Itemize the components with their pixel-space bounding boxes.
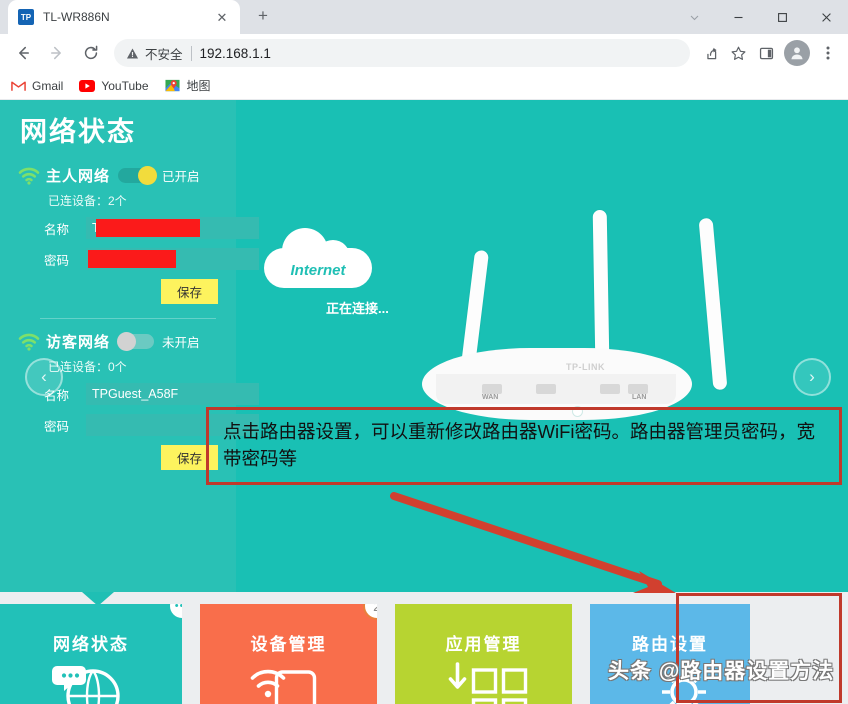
tile-label: 设备管理 [250, 635, 327, 654]
wan-port-label: WAN [482, 394, 499, 401]
new-tab-button[interactable]: + [250, 3, 276, 29]
tile-label: 网络状态 [53, 635, 129, 654]
host-ssid-label: 名称 [44, 222, 70, 237]
router-antenna-mid [592, 209, 610, 361]
tplink-favicon: TP [18, 9, 34, 25]
wan-port [482, 384, 502, 394]
globe-chat-icon [52, 666, 120, 704]
browser-tab[interactable]: TP TL-WR886N ✕ [8, 0, 240, 34]
window-controls [672, 0, 848, 34]
annotation-target-box [676, 593, 842, 703]
title-bar: TP TL-WR886N ✕ + [0, 0, 848, 34]
guest-ssid-input[interactable] [86, 383, 259, 405]
tab-title: TL-WR886N [43, 10, 110, 24]
lan-port-2 [600, 384, 620, 394]
wifi-icon [18, 167, 40, 185]
wifi-device-icon [250, 669, 317, 704]
url-text: 192.168.1.1 [199, 45, 271, 61]
guest-password-label: 密码 [44, 419, 70, 434]
router-antenna-right [698, 217, 728, 391]
bookmark-gmail[interactable]: Gmail [10, 78, 63, 94]
address-bar[interactable]: 不安全 192.168.1.1 [114, 39, 690, 67]
three-dot-menu-icon[interactable] [814, 39, 842, 67]
lan-port-3 [628, 384, 648, 394]
back-arrow-icon[interactable] [8, 38, 38, 68]
omnibox-divider [190, 45, 192, 61]
host-network-toggle[interactable] [118, 166, 158, 185]
forward-arrow-icon[interactable] [42, 38, 72, 68]
lan-port-label: LAN [632, 394, 647, 401]
reload-icon[interactable] [76, 38, 106, 68]
gmail-icon [10, 78, 26, 94]
watermark-text: 头条 @路由器设置方法 [608, 660, 835, 683]
maximize-icon[interactable] [760, 1, 804, 33]
guest-network-state: 未开启 [162, 336, 200, 350]
annotation-arrow [390, 492, 676, 593]
section-divider [40, 318, 216, 319]
minimize-icon[interactable] [716, 1, 760, 33]
bookmark-label: 地图 [186, 79, 211, 93]
tplink-brand-label: TP-LINK [566, 362, 605, 372]
bookmarks-bar: Gmail YouTube 地图 [0, 72, 848, 100]
annotation-callout-box: 点击路由器设置，可以重新修改路由器WiFi密码。路由器管理员密码，宽带密码等 [206, 407, 842, 485]
toggle-knob [138, 166, 158, 185]
carousel-next-button[interactable]: › [793, 358, 831, 396]
bookmark-maps[interactable]: 地图 [165, 77, 211, 94]
guest-network-header: 访客网络 未开启 [18, 331, 222, 352]
redaction-bar [96, 219, 200, 237]
guest-connected-count: 已连设备：0个 [48, 360, 127, 374]
security-status-label: 不安全 [145, 47, 183, 62]
guest-password-row: 密码 [18, 414, 259, 436]
profile-avatar-icon[interactable] [784, 40, 810, 66]
router-admin-page: Internet 正在连接... TP-LINK WAN LAN 网络状态 主人… [0, 100, 848, 704]
navigation-bar: 不安全 192.168.1.1 [0, 34, 848, 72]
host-password-row: 密码 [18, 248, 259, 270]
tile-network-status[interactable]: 网络状态 ••• [0, 604, 182, 704]
host-password-label: 密码 [44, 253, 70, 268]
bookmark-label: YouTube [101, 78, 149, 93]
lan-port-1 [536, 384, 556, 394]
tile-application-management[interactable]: 应用管理 [395, 604, 572, 704]
toggle-knob [117, 332, 137, 351]
side-panel-icon[interactable] [752, 39, 780, 67]
google-maps-icon [165, 78, 181, 94]
cloud-label: Internet [290, 262, 346, 279]
host-network-label: 主人网络 [46, 168, 111, 185]
host-network-header: 主人网络 已开启 [18, 165, 222, 186]
tab-close-icon[interactable]: ✕ [214, 9, 230, 25]
tile-badge-count[interactable]: 2 [363, 604, 377, 620]
host-ssid-row: 名称 [18, 217, 259, 239]
browser-window: TP TL-WR886N ✕ + 不安全 192.168.1.1 Gmail Y… [0, 0, 848, 704]
wifi-icon [18, 333, 40, 351]
network-status-panel: 网络状态 主人网络 已开启 已连设备：2个 名称 T 密码 保存 访客网络 未开… [0, 100, 259, 592]
guest-network-label: 访客网络 [46, 334, 111, 351]
share-icon[interactable] [696, 39, 724, 67]
redaction-bar [88, 250, 176, 268]
download-grid-icon [448, 662, 528, 704]
host-connected-count: 已连设备：2个 [48, 194, 127, 208]
bookmark-label: Gmail [32, 78, 64, 93]
carousel-prev-button[interactable]: ‹ [25, 358, 63, 396]
page-title: 网络状态 [20, 117, 136, 147]
bookmark-youtube[interactable]: YouTube [79, 78, 149, 94]
star-icon[interactable] [724, 39, 752, 67]
youtube-icon [79, 78, 96, 94]
not-secure-warning-icon [126, 47, 139, 60]
tile-badge-more-icon[interactable]: ••• [168, 604, 182, 620]
guest-network-toggle[interactable] [117, 332, 155, 351]
badge-text: ••• [174, 604, 182, 612]
badge-text: 2 [373, 604, 377, 614]
annotation-text: 点击路由器设置，可以重新修改路由器WiFi密码。路由器管理员密码，宽带密码等 [223, 421, 815, 469]
internet-cloud-icon: Internet [264, 228, 372, 290]
host-network-state: 已开启 [162, 170, 200, 184]
connection-status-text: 正在连接... [326, 301, 389, 316]
tile-label: 应用管理 [445, 635, 522, 654]
host-save-button[interactable]: 保存 [160, 279, 218, 304]
expand-icon[interactable] [672, 1, 716, 33]
close-icon[interactable] [804, 1, 848, 33]
tile-device-management[interactable]: 设备管理 2 [200, 604, 377, 704]
